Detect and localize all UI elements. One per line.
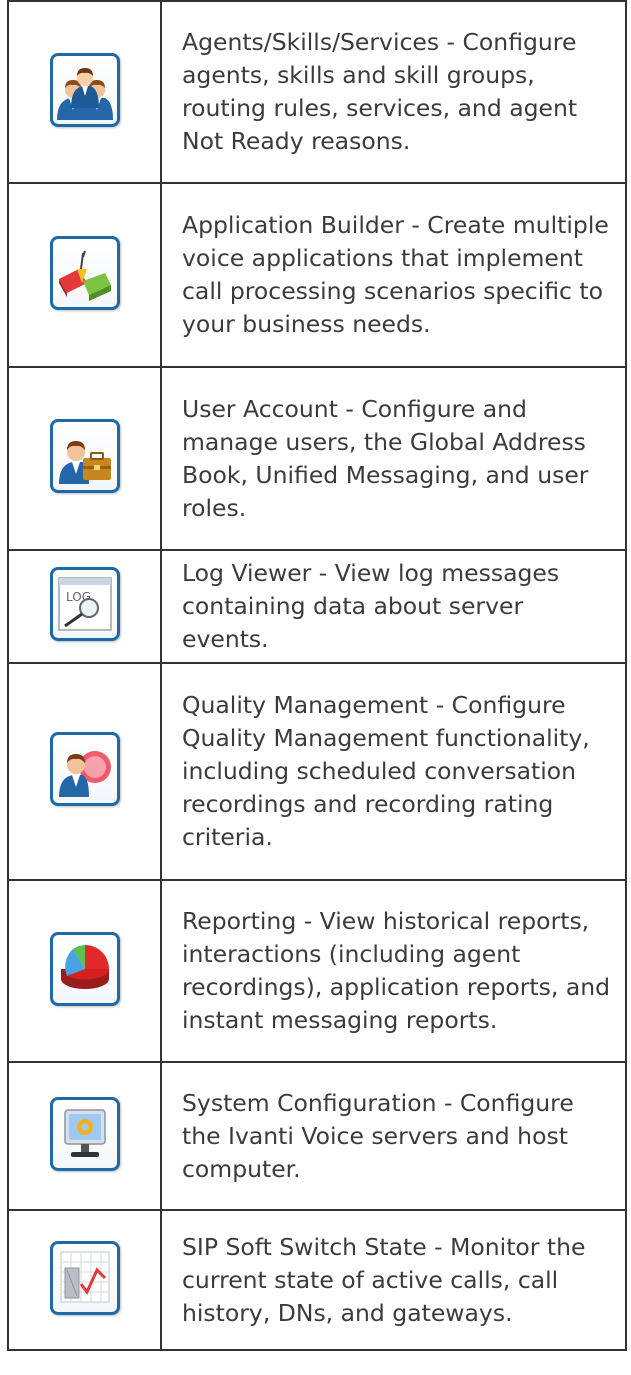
description-cell: User Account - Configure and manage user… bbox=[160, 366, 627, 551]
description-cell: Quality Management - Configure Quality M… bbox=[160, 662, 627, 881]
user-account-icon[interactable] bbox=[49, 419, 120, 493]
system-configuration-icon[interactable] bbox=[49, 1096, 120, 1171]
application-builder-icon[interactable] bbox=[49, 235, 120, 310]
icon-cell bbox=[7, 182, 162, 368]
icon-cell bbox=[7, 879, 162, 1063]
icon-cell bbox=[7, 1061, 162, 1211]
description-cell: Log Viewer - View log messages containin… bbox=[160, 549, 627, 664]
table-row: Quality Management - Configure Quality M… bbox=[7, 662, 627, 881]
description-cell: Application Builder - Create multiple vo… bbox=[160, 182, 627, 368]
table-row: Application Builder - Create multiple vo… bbox=[7, 182, 627, 368]
log-viewer-icon[interactable]: LOG bbox=[49, 567, 120, 641]
agents-icon[interactable] bbox=[49, 52, 120, 127]
quality-management-icon[interactable] bbox=[49, 732, 120, 806]
description-cell: SIP Soft Switch State - Monitor the curr… bbox=[160, 1209, 627, 1351]
icon-cell: LOG bbox=[7, 549, 162, 664]
sip-soft-switch-icon[interactable] bbox=[49, 1240, 120, 1315]
table-row: System Configuration - Configure the Iva… bbox=[7, 1061, 627, 1211]
table-row: LOG Log Viewer - View log messages conta… bbox=[7, 549, 627, 664]
icon-cell bbox=[7, 1209, 162, 1351]
table-row: Agents/Skills/Services - Configure agent… bbox=[7, 0, 627, 184]
table-row: User Account - Configure and manage user… bbox=[7, 366, 627, 551]
description-cell: Agents/Skills/Services - Configure agent… bbox=[160, 0, 627, 184]
icon-cell bbox=[7, 662, 162, 881]
reporting-icon[interactable] bbox=[49, 931, 120, 1006]
table-row: SIP Soft Switch State - Monitor the curr… bbox=[7, 1209, 627, 1351]
description-cell: Reporting - View historical reports, int… bbox=[160, 879, 627, 1063]
icon-cell bbox=[7, 366, 162, 551]
icon-cell bbox=[7, 0, 162, 184]
module-table: Agents/Skills/Services - Configure agent… bbox=[7, 0, 627, 1351]
table-row: Reporting - View historical reports, int… bbox=[7, 879, 627, 1063]
description-cell: System Configuration - Configure the Iva… bbox=[160, 1061, 627, 1211]
